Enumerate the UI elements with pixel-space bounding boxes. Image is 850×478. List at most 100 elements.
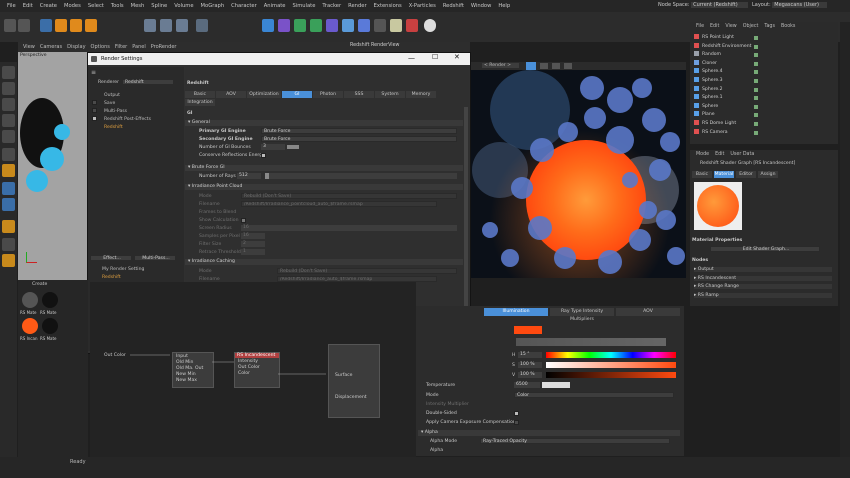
field-icon[interactable] (342, 19, 354, 32)
cloner-icon[interactable] (310, 19, 322, 32)
camera-exposure-checkbox[interactable] (514, 420, 519, 425)
object-row[interactable]: Cloner (694, 59, 836, 68)
viewport-menu-filter[interactable]: Filter (115, 44, 127, 50)
render-preview[interactable] (470, 70, 686, 278)
list-item-save[interactable]: Save (104, 101, 115, 106)
right-scrollbar[interactable] (840, 22, 850, 457)
material-thumb-1[interactable] (22, 292, 38, 308)
snapshot-icon[interactable] (540, 63, 548, 69)
z-axis-icon[interactable] (176, 19, 188, 32)
ipc-filename-field[interactable]: /Redshift/Irradiance_pointcloud_auto_$fr… (241, 201, 437, 207)
material-thumb-2[interactable] (42, 292, 58, 308)
menu-volume[interactable]: Volume (174, 3, 193, 9)
viewport-menu-panel[interactable]: Panel (132, 44, 146, 50)
sculpt-icon[interactable] (2, 220, 15, 233)
bulb-icon[interactable] (424, 19, 436, 32)
object-menu-tags[interactable]: Tags (764, 24, 775, 29)
dollar-icon[interactable] (2, 182, 15, 195)
ipc-samples-field[interactable]: 16 (241, 233, 265, 239)
attr-tab[interactable]: Ray Type Intensity Multipliers (550, 308, 614, 322)
list-item-output[interactable]: Output (104, 93, 120, 98)
object-row[interactable]: Plane (694, 111, 836, 119)
object-row[interactable]: RS Dome Light (694, 120, 836, 128)
material-tab-material[interactable]: Material (714, 171, 734, 178)
texture-mode-icon[interactable] (2, 82, 15, 95)
rotate-tool-icon[interactable] (85, 19, 97, 32)
menu-window[interactable]: Window (471, 3, 491, 9)
object-visibility-icon[interactable] (754, 53, 758, 58)
secondary-gi-dropdown[interactable]: Brute Force (261, 136, 457, 142)
light-icon[interactable] (390, 19, 402, 32)
object-row[interactable]: RS Camera (694, 128, 836, 137)
tab-integration[interactable]: Integration (185, 99, 215, 106)
dialog-titlebar[interactable]: Render Settings — ☐ ✕ (88, 53, 470, 65)
menu-edit[interactable]: Edit (23, 3, 33, 9)
menu-tracker[interactable]: Tracker (322, 3, 341, 9)
color-picker-icons[interactable] (516, 338, 666, 346)
object-visibility-icon[interactable] (754, 130, 758, 135)
redshift-icon[interactable] (406, 19, 418, 32)
render-button-icon[interactable] (526, 62, 536, 70)
model-mode-icon[interactable] (2, 66, 15, 79)
value-slider[interactable] (546, 372, 676, 378)
temperature-slider[interactable] (542, 382, 570, 388)
material-menu-mode[interactable]: Mode (696, 152, 709, 157)
ipc-showcalc-checkbox[interactable] (241, 218, 246, 223)
object-visibility-icon[interactable] (754, 79, 758, 83)
snap-icon[interactable] (2, 148, 15, 161)
viewport-menu-prorender[interactable]: ProRender (151, 44, 177, 50)
conserve-checkbox[interactable] (261, 153, 266, 158)
list-item-post-effects[interactable]: Redshift Post-Effects (104, 117, 151, 122)
menu-extensions[interactable]: Extensions (374, 3, 402, 9)
material-tab-editor[interactable]: Editor (736, 171, 756, 178)
object-row[interactable]: Sphere.2 (694, 85, 836, 94)
menu-file[interactable]: File (7, 3, 16, 9)
mode-dropdown[interactable]: Color (514, 392, 674, 398)
saturation-slider[interactable] (546, 362, 676, 368)
object-visibility-icon[interactable] (754, 113, 758, 118)
object-visibility-icon[interactable] (754, 36, 758, 40)
node-space[interactable]: Node Space: Current (Redshift) (658, 2, 748, 8)
settings-icon[interactable] (564, 63, 572, 69)
tab-sss[interactable]: SSS (344, 91, 374, 98)
hue-slider[interactable] (546, 352, 676, 358)
object-row[interactable]: Redshift Environment (694, 42, 836, 51)
multipass-checkbox[interactable] (92, 108, 97, 113)
viewport-menu-view[interactable]: View (23, 44, 35, 50)
menu-spline[interactable]: Spline (151, 3, 167, 9)
object-visibility-icon[interactable] (754, 104, 758, 109)
object-menu-books[interactable]: Books (781, 24, 795, 29)
object-menu-file[interactable]: File (696, 24, 704, 29)
tab-gi[interactable]: GI (282, 91, 312, 98)
menu-character[interactable]: Character (231, 3, 257, 9)
gi-bounces-field[interactable]: 3 (261, 144, 285, 150)
menu-select[interactable]: Select (88, 3, 104, 9)
my-render-setting[interactable]: My Render Setting (102, 267, 144, 272)
viewport[interactable]: Perspective (18, 52, 90, 282)
x-axis-icon[interactable] (144, 19, 156, 32)
object-row[interactable]: RS Point Light (694, 34, 836, 42)
object-visibility-icon[interactable] (754, 96, 758, 101)
menu-tools[interactable]: Tools (111, 3, 124, 9)
list-item-multipass[interactable]: Multi-Pass (104, 109, 127, 114)
material-menu-edit[interactable]: Edit (715, 152, 724, 157)
menu-redshift[interactable]: Redshift (443, 3, 464, 9)
material-tab-assign[interactable]: Assign (758, 171, 778, 178)
rays-field[interactable]: 512 (237, 173, 261, 179)
hue-field[interactable]: 15 ° (518, 352, 542, 358)
node-list-item[interactable]: ▸ RS Ramp (694, 292, 832, 298)
menu-xparticles[interactable]: X-Particles (409, 3, 436, 9)
deformer-icon[interactable] (326, 19, 338, 32)
object-row[interactable]: Sphere.4 (694, 68, 836, 76)
undo-icon[interactable] (4, 19, 16, 32)
render-setting-item[interactable]: Redshift (102, 275, 121, 280)
node-list-item[interactable]: ▸ RS Incandescent (694, 275, 832, 281)
object-row[interactable]: Random (694, 51, 836, 59)
object-menu-view[interactable]: View (725, 24, 736, 29)
section-alpha[interactable]: ▾ Alpha (418, 430, 680, 436)
paint-icon[interactable] (2, 254, 15, 267)
ipc-filter-field[interactable]: 2 (241, 241, 265, 247)
points-mode-icon[interactable] (2, 98, 15, 111)
menu-mesh[interactable]: Mesh (131, 3, 145, 9)
object-menu-object[interactable]: Object (743, 24, 759, 29)
